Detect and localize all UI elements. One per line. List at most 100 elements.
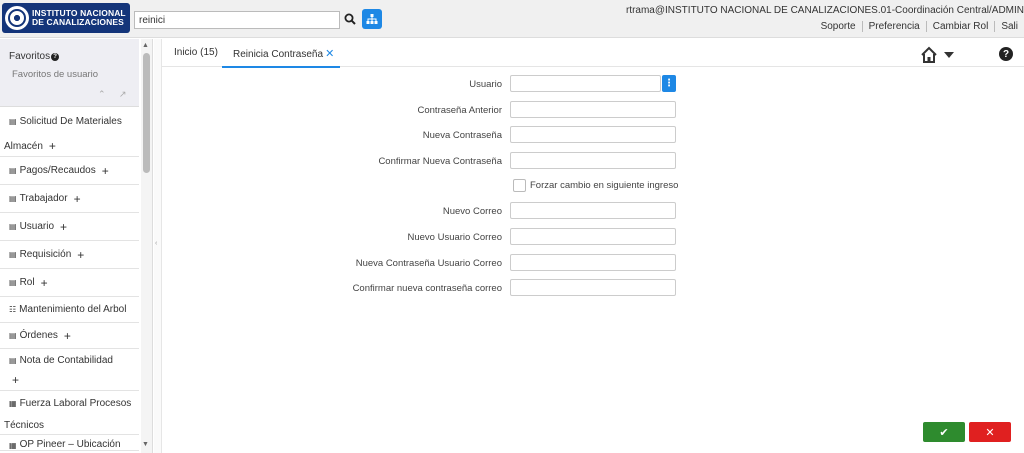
preferences-link[interactable]: Preferencia <box>861 21 926 32</box>
add-favorite-icon[interactable]: + <box>64 329 71 343</box>
tab-inicio[interactable]: Inicio (15) <box>174 47 218 58</box>
usuario-lookup-button[interactable]: ⋮ <box>662 75 676 92</box>
ok-button[interactable]: ✔ <box>923 422 965 442</box>
report-icon: ▦ <box>9 398 17 408</box>
menu-item-trabajador[interactable]: ▤ Trabajador + <box>0 185 139 213</box>
menu-item-label: Solicitud De Materiales <box>19 116 122 127</box>
top-links: Soporte Preferencia Cambiar Rol Sali <box>815 21 1024 32</box>
tab-label: Inicio (15) <box>174 47 218 58</box>
menu-item-label: Rol <box>19 277 35 288</box>
menu-item-ordenes[interactable]: ▤ Órdenes + <box>0 323 139 349</box>
logo-line-2: DE CANALIZACIONES <box>32 17 124 27</box>
favorites-panel: Favoritos ? Favoritos de usuario ⌃ ↗ <box>0 39 139 107</box>
nuevo-usuario-correo-input[interactable] <box>510 228 676 245</box>
sitemap-icon <box>366 14 378 24</box>
menu-item-op-pineer[interactable]: ▦ OP Pineer – Ubicación <box>0 435 139 451</box>
window-icon: ▤ <box>9 222 17 231</box>
logo-seal-icon <box>5 6 29 30</box>
expand-icon[interactable]: ↗ <box>119 89 127 100</box>
menu-item-nota-contabilidad[interactable]: ▤ Nota de Contabilidad + <box>0 349 139 391</box>
contrasena-anterior-label: Contraseña Anterior <box>417 105 503 116</box>
institution-logo[interactable]: INSTITUTO NACIONAL DE CANALIZACIONES <box>2 3 130 33</box>
menu-item-pagos-recaudos[interactable]: ▤ Pagos/Recaudos + <box>0 157 139 185</box>
window-icon: ▤ <box>9 117 17 126</box>
usuario-input[interactable] <box>510 75 661 92</box>
confirmar-nueva-contrasena-correo-label: Confirmar nueva contraseña correo <box>352 283 502 294</box>
menu-item-label: Órdenes <box>19 330 58 341</box>
menu-item-solicitud-materiales[interactable]: ▤ Solicitud De Materiales Almacén + <box>0 109 139 157</box>
help-icon[interactable]: ? <box>999 47 1013 61</box>
scroll-down-arrow-icon[interactable]: ▼ <box>142 441 149 448</box>
usuario-label: Usuario <box>469 79 502 90</box>
user-info: rtrama@INSTITUTO NACIONAL DE CANALIZACIO… <box>625 5 1024 16</box>
nueva-contrasena-usuario-correo-label: Nueva Contraseña Usuario Correo <box>355 258 502 269</box>
menu-item-mantenimiento-arbol[interactable]: ☷ Mantenimiento del Arbol <box>0 297 139 323</box>
nueva-contrasena-input[interactable] <box>510 126 676 143</box>
support-link[interactable]: Soporte <box>815 21 862 32</box>
menu-item-fuerza-laboral[interactable]: ▦ Fuerza Laboral Procesos Técnicos <box>0 391 139 435</box>
window-icon: ▤ <box>9 194 17 203</box>
forzar-cambio-checkbox[interactable] <box>513 179 526 192</box>
tab-bar: Inicio (15) Reinicia Contraseña ✕ <box>162 39 1024 68</box>
home-icon[interactable] <box>920 46 938 64</box>
favorites-subtitle: Favoritos de usuario <box>12 69 99 80</box>
nuevo-usuario-correo-label: Nuevo Usuario Correo <box>407 232 502 243</box>
tree-list-icon: ☷ <box>9 305 17 314</box>
logo-text: INSTITUTO NACIONAL DE CANALIZACIONES <box>32 9 126 27</box>
add-favorite-icon[interactable]: + <box>77 248 84 262</box>
tab-label: Reinicia Contraseña <box>233 49 324 60</box>
favorites-title: Favoritos ? <box>9 51 60 62</box>
menu-item-rol[interactable]: ▤ Rol + <box>0 269 139 297</box>
menu-item-label: Requisición <box>19 249 72 260</box>
forzar-cambio-label: Forzar cambio en siguiente ingreso <box>530 180 679 191</box>
tab-reinicia-contrasena[interactable]: Reinicia Contraseña ✕ <box>222 47 341 68</box>
scroll-up-arrow-icon[interactable]: ▲ <box>142 42 149 49</box>
logout-link[interactable]: Sali <box>994 21 1024 32</box>
menu-item-label: OP Pineer – Ubicación <box>19 439 121 450</box>
menu-item-label-2: Técnicos <box>4 420 45 432</box>
caret-down-icon[interactable] <box>944 52 954 58</box>
menu-item-label: Pagos/Recaudos <box>19 165 96 176</box>
menu-item-label-2: Almacén <box>4 140 43 152</box>
sidebar-scroll-thumb[interactable] <box>143 53 150 173</box>
nuevo-correo-input[interactable] <box>510 202 676 219</box>
search-icon <box>344 13 356 25</box>
add-favorite-icon[interactable]: + <box>60 220 67 234</box>
nueva-contrasena-label: Nueva Contraseña <box>422 130 502 141</box>
close-icon: ✕ <box>985 426 995 439</box>
menu-item-label: Trabajador <box>19 193 68 204</box>
favorites-help-icon[interactable]: ? <box>51 52 60 61</box>
nuevo-correo-label: Nuevo Correo <box>442 206 502 217</box>
menu-item-label: Nota de Contabilidad <box>19 354 113 366</box>
more-vertical-icon: ⋮ <box>664 78 674 89</box>
menu-item-requisicion[interactable]: ▤ Requisición + <box>0 241 139 269</box>
top-header: INSTITUTO NACIONAL DE CANALIZACIONES rtr… <box>0 0 1024 38</box>
confirmar-nueva-contrasena-label: Confirmar Nueva Contraseña <box>378 156 502 167</box>
menu-search-input[interactable] <box>134 11 340 29</box>
chevron-left-icon[interactable]: ‹ <box>155 240 157 247</box>
add-favorite-icon[interactable]: + <box>41 276 48 290</box>
window-icon: ▤ <box>9 250 17 259</box>
tree-view-button[interactable] <box>362 9 382 29</box>
change-role-link[interactable]: Cambiar Rol <box>925 21 995 32</box>
menu-item-label: Fuerza Laboral Procesos <box>19 397 132 409</box>
add-favorite-icon[interactable]: + <box>74 192 81 206</box>
search-button[interactable] <box>342 10 358 28</box>
add-favorite-icon[interactable]: + <box>49 139 56 153</box>
sidebar: Favoritos ? Favoritos de usuario ⌃ ↗ ▤ So… <box>0 39 153 453</box>
nueva-contrasena-usuario-correo-input[interactable] <box>510 254 676 271</box>
favorites-title-text: Favoritos <box>9 51 51 62</box>
menu-item-label: Usuario <box>19 221 55 232</box>
menu-item-usuario[interactable]: ▤ Usuario + <box>0 213 139 241</box>
chevron-up-icon[interactable]: ⌃ <box>98 89 106 100</box>
window-icon: ▤ <box>9 355 17 365</box>
cancel-button[interactable]: ✕ <box>969 422 1011 442</box>
confirmar-nueva-contrasena-correo-input[interactable] <box>510 279 676 296</box>
window-icon: ▤ <box>9 166 17 175</box>
add-favorite-icon[interactable]: + <box>12 373 19 387</box>
confirmar-nueva-contrasena-input[interactable] <box>510 152 676 169</box>
close-tab-icon[interactable]: ✕ <box>325 48 334 60</box>
contrasena-anterior-input[interactable] <box>510 101 676 118</box>
add-favorite-icon[interactable]: + <box>102 164 109 178</box>
report-icon: ▦ <box>9 441 17 450</box>
